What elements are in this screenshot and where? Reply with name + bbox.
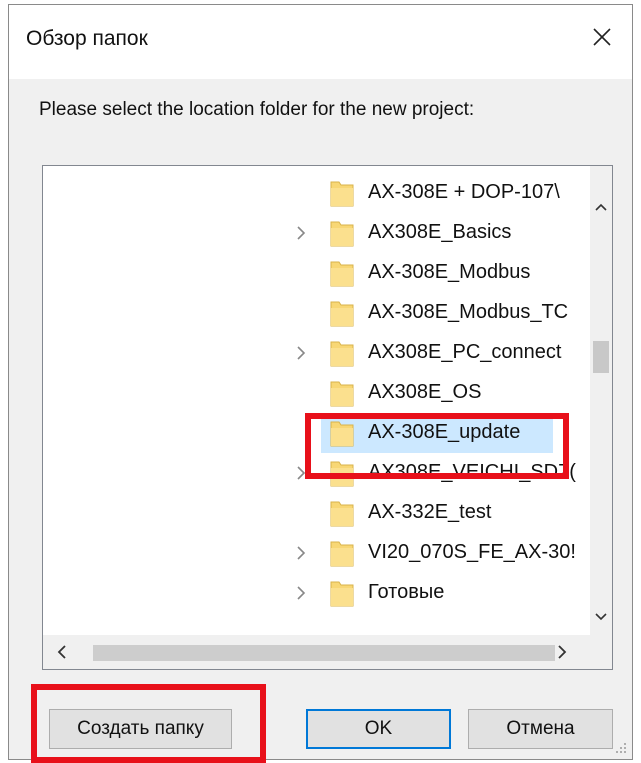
folder-icon — [329, 458, 355, 488]
tree-item-label: AX-308E_Modbus_TC — [368, 301, 569, 323]
tree-item-label: AX-308E_update — [368, 421, 521, 443]
expand-button[interactable] — [291, 581, 311, 605]
tree-item[interactable]: AX-308E + DOP-107\ — [43, 173, 591, 213]
expand-button[interactable] — [291, 221, 311, 245]
tree-item-label: AX308E_VEICHI_SD7( — [368, 461, 576, 483]
folder-tree[interactable]: AX-308E + DOP-107\ AX308E_Basics AX-308E_M… — [42, 165, 613, 670]
title-bar: Обзор папок — [9, 5, 632, 79]
chevron-right-icon — [297, 346, 306, 360]
folder-icon — [329, 298, 355, 328]
tree-item[interactable]: VI20_070S_FE_AX-30! — [43, 533, 591, 573]
vertical-scroll-thumb[interactable] — [593, 341, 609, 373]
tree-item-label: Готовые — [368, 581, 445, 603]
tree-item[interactable]: AX308E_Basics — [43, 213, 591, 253]
folder-tree-rows: AX-308E + DOP-107\ AX308E_Basics AX-308E_M… — [43, 166, 591, 636]
tree-item-label: AX-308E + DOP-107\ — [368, 181, 560, 203]
prompt-text: Please select the location folder for th… — [39, 99, 475, 120]
folder-icon — [329, 218, 355, 248]
dialog-title: Обзор папок — [26, 27, 148, 50]
scroll-right-button[interactable] — [551, 641, 573, 663]
create-folder-button[interactable]: Создать папку — [49, 709, 232, 749]
tree-item-label: AX308E_OS — [368, 381, 482, 403]
tree-item[interactable]: AX308E_OS — [43, 373, 591, 413]
browse-folders-dialog: Обзор папок Please select the location f… — [8, 4, 633, 760]
horizontal-scroll-thumb[interactable] — [93, 645, 555, 661]
tree-item-label: AX-332E_test — [368, 501, 492, 523]
cancel-button[interactable]: Отмена — [468, 709, 613, 749]
scroll-up-button[interactable] — [590, 196, 612, 218]
tree-item[interactable]: AX308E_VEICHI_SD7( — [43, 453, 591, 493]
folder-icon — [329, 178, 355, 208]
chevron-right-icon — [297, 466, 306, 480]
folder-icon — [329, 338, 355, 368]
chevron-right-icon — [297, 546, 306, 560]
chevron-left-icon — [57, 645, 66, 659]
expand-button[interactable] — [291, 341, 311, 365]
close-button[interactable] — [582, 17, 622, 57]
horizontal-scrollbar[interactable] — [43, 635, 591, 669]
chevron-right-icon — [558, 645, 567, 659]
tree-item[interactable]: AX-308E_Modbus_TC — [43, 293, 591, 333]
folder-icon — [329, 578, 355, 608]
vertical-scrollbar[interactable] — [590, 166, 612, 636]
close-icon — [593, 28, 611, 46]
scroll-left-button[interactable] — [51, 641, 73, 663]
tree-item-selected[interactable]: AX-308E_update — [43, 413, 591, 453]
chevron-up-icon — [595, 203, 607, 211]
folder-icon — [329, 498, 355, 528]
folder-icon — [329, 378, 355, 408]
tree-item-label: VI20_070S_FE_AX-30! — [368, 541, 576, 563]
expand-button[interactable] — [291, 541, 311, 565]
folder-icon — [329, 258, 355, 288]
tree-item-label: AX308E_PC_connect — [368, 341, 562, 363]
folder-icon — [329, 418, 355, 448]
tree-item[interactable]: AX-332E_test — [43, 493, 591, 533]
tree-item-label: AX308E_Basics — [368, 221, 512, 243]
chevron-right-icon — [297, 226, 306, 240]
chevron-down-icon — [595, 613, 607, 621]
tree-item-label: AX-308E_Modbus — [368, 261, 531, 283]
folder-icon — [329, 538, 355, 568]
tree-item[interactable]: Готовые — [43, 573, 591, 613]
ok-button[interactable]: OK — [306, 709, 451, 749]
chevron-right-icon — [297, 586, 306, 600]
tree-item[interactable]: AX308E_PC_connect — [43, 333, 591, 373]
tree-item[interactable]: AX-308E_Modbus — [43, 253, 591, 293]
scroll-down-button[interactable] — [590, 606, 612, 628]
resize-grip-icon[interactable] — [614, 741, 628, 755]
scroll-corner — [590, 635, 612, 669]
expand-button[interactable] — [291, 461, 311, 485]
